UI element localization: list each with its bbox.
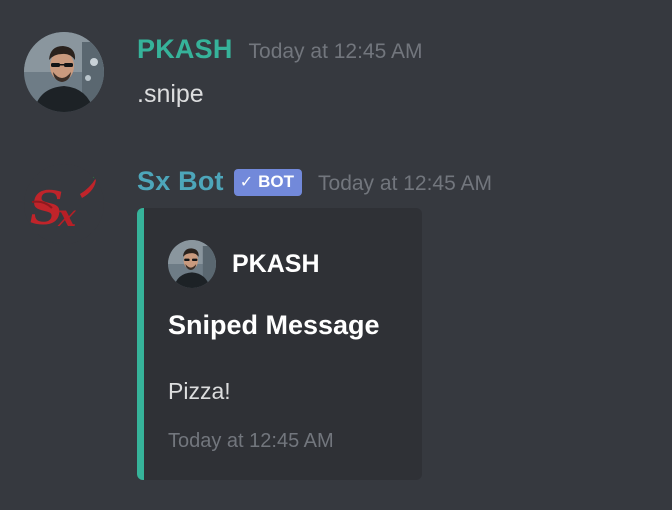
bot-username[interactable]: Sx Bot	[137, 166, 224, 197]
svg-text:x: x	[57, 199, 77, 234]
bot-tag-label: BOT	[258, 172, 295, 191]
man-photo-avatar-icon	[168, 240, 216, 288]
embed: PKASH Sniped Message Pizza! Today at 12:…	[137, 208, 422, 480]
embed-description: Pizza!	[168, 378, 231, 404]
checkmark-icon: ✓	[239, 174, 254, 191]
embed-title: Sniped Message	[168, 310, 380, 340]
timestamp: Today at 12:45 AM	[318, 172, 492, 195]
message-content: .snipe	[137, 80, 204, 108]
message-header: Sx Bot ✓ BOT Today at 12:45 AM	[137, 166, 492, 202]
embed-author: PKASH	[168, 240, 320, 288]
chili-sx-logo-icon: S x	[24, 164, 104, 244]
embed-author-avatar	[168, 240, 216, 288]
username[interactable]: PKASH	[137, 34, 233, 65]
embed-footer-timestamp: Today at 12:45 AM	[168, 430, 334, 452]
bot-tag: ✓ BOT	[233, 168, 303, 196]
timestamp: Today at 12:45 AM	[248, 40, 423, 63]
user-avatar[interactable]	[24, 32, 104, 112]
embed-author-name: PKASH	[232, 249, 320, 278]
embed-accent-bar	[137, 208, 144, 480]
bot-avatar[interactable]: S x	[24, 164, 104, 244]
message-header: PKASH Today at 12:45 AM	[137, 34, 422, 70]
man-photo-avatar-icon	[24, 32, 104, 112]
